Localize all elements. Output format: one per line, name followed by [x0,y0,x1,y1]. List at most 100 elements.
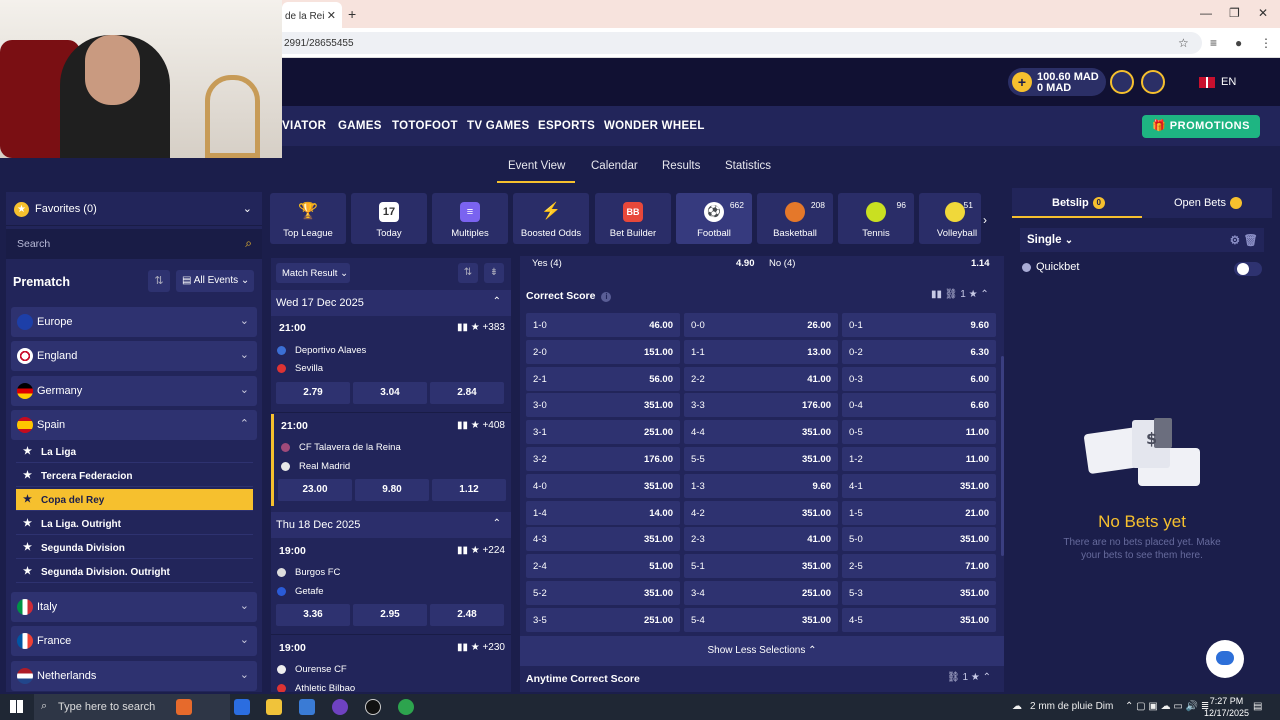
score-selection[interactable]: 0-2 6.30 [842,339,996,364]
sidebar-item-europe[interactable]: Europe ⌄ [11,307,257,337]
show-less-button[interactable]: Show Less Selections ⌃ [520,636,1004,666]
tile-today[interactable]: 17 Today [351,193,427,244]
score-selection[interactable]: 3-3 176.00 [684,393,838,418]
anytime-correct-score-header[interactable]: Anytime Correct Score ⛓ 1 ★ ⌃ [520,668,1004,692]
tile-multiples[interactable]: ≡ Multiples [432,193,508,244]
score-selection[interactable]: 2-5 71.00 [842,554,996,579]
more-markets-count[interactable]: ▮▮ ★ +408 [457,420,505,431]
tile-football[interactable]: ⚽ 662 Football [676,193,752,244]
close-tab-icon[interactable]: ✕ [327,9,336,22]
obs-icon[interactable] [365,699,381,715]
tab-calendar[interactable]: Calendar [591,160,638,172]
day-header[interactable]: Wed 17 Dec 2025 ⌃ [271,290,511,316]
day-header[interactable]: Thu 18 Dec 2025 ⌃ [271,512,511,538]
star-icon[interactable]: ★ [23,518,32,529]
odd-home[interactable]: 2.79 [276,382,350,404]
score-selection[interactable]: 3-4 251.00 [684,581,838,605]
tray-icons[interactable]: ⌃ ▢ ▣ ☁ ▭ 🔊 ≣ [1125,701,1209,712]
tile-top-league[interactable]: 🏆 Top League [270,193,346,244]
odd-draw[interactable]: 2.95 [353,604,427,626]
file-explorer-icon[interactable] [266,699,282,715]
score-selection[interactable]: 5-4 351.00 [684,607,838,632]
away-team[interactable]: Real Madrid [281,461,350,472]
nav-esports[interactable]: ESPORTS [538,120,595,132]
profile-icon[interactable]: ● [1235,36,1242,50]
balance-widget[interactable]: + 100.60 MAD 0 MAD [1008,68,1106,96]
league-la-liga[interactable]: ★ La Liga [16,441,253,463]
league-la-liga-outright[interactable]: ★ La Liga. Outright [16,513,253,535]
home-team[interactable]: Deportivo Alaves [277,345,366,356]
league-segunda-division[interactable]: ★ Segunda Division [16,537,253,559]
chevron-right-icon[interactable]: › [983,213,987,227]
close-window-icon[interactable]: ✕ [1258,6,1268,20]
tab-results[interactable]: Results [662,160,700,172]
tile-basketball[interactable]: 208 Basketball [757,193,833,244]
score-selection[interactable]: 1-1 13.00 [684,339,838,364]
score-selection[interactable]: 2-3 41.00 [684,527,838,552]
sort-icon[interactable]: ⇅ [458,263,478,283]
score-selection[interactable]: 0-4 6.60 [842,393,996,418]
taskbar-search-input[interactable]: Type here to search [58,701,155,713]
app-icon[interactable] [332,699,348,715]
nav-aviator[interactable]: VIATOR [282,120,326,132]
sidebar-item-england[interactable]: England ⌄ [11,341,257,371]
league-segunda-division-outright[interactable]: ★ Segunda Division. Outright [16,561,253,583]
correct-score-header[interactable]: Correct Score i ▮▮ ⛓ 1 ★ ⌃ [520,282,1004,308]
star-icon[interactable]: ★ [23,566,32,577]
bookmark-star-icon[interactable]: ☆ [1178,36,1189,50]
score-selection[interactable]: 4-2 351.00 [684,500,838,525]
score-selection[interactable]: 0-0 26.00 [684,313,838,337]
market-selector[interactable]: Match Result ⌄ [276,263,350,283]
score-selection[interactable]: 5-0 351.00 [842,527,996,552]
score-selection[interactable]: 3-5 251.00 [526,607,680,632]
maximize-icon[interactable]: ❐ [1229,6,1240,20]
score-selection[interactable]: 5-3 351.00 [842,581,996,605]
all-events-dropdown[interactable]: ▤ All Events ⌄ [176,270,254,292]
score-selection[interactable]: 4-3 351.00 [526,527,680,552]
search-icon[interactable]: ⌕ [245,236,252,251]
score-selection[interactable]: 1-5 21.00 [842,500,996,525]
sidebar-item-germany[interactable]: Germany ⌄ [11,376,257,406]
home-team[interactable]: CF Talavera de la Reina [281,442,401,453]
search-input[interactable]: Search [17,238,50,250]
market-tools[interactable]: ▮▮ ⛓ 1 ★ ⌃ [931,289,989,300]
score-selection[interactable]: 5-1 351.00 [684,554,838,579]
nav-totofoot[interactable]: TOTOFOOT [392,120,458,132]
store-icon[interactable] [299,699,315,715]
score-selection[interactable]: 0-5 11.00 [842,420,996,445]
star-icon[interactable]: ★ [23,470,32,481]
score-selection[interactable]: 4-1 351.00 [842,473,996,498]
chrome-icon[interactable] [398,699,414,715]
score-selection[interactable]: 1-4 14.00 [526,500,680,525]
home-team[interactable]: Burgos FC [277,567,340,578]
nav-wonder-wheel[interactable]: WONDER WHEEL [604,120,705,132]
score-selection[interactable]: 0-3 6.00 [842,366,996,391]
copilot-icon[interactable] [234,699,250,715]
star-icon[interactable]: ★ [23,494,32,505]
score-selection[interactable]: 0-1 9.60 [842,313,996,337]
weather-icon[interactable]: ☁ [1012,701,1022,712]
weather-text[interactable]: 2 mm de pluie Dim [1030,701,1113,712]
score-selection[interactable]: 2-4 51.00 [526,554,680,579]
more-markets-count[interactable]: ▮▮ ★ +230 [457,642,505,653]
tab-open-bets[interactable]: Open Bets [1174,197,1242,210]
clock[interactable]: 7:27 PM 12/17/2025 [1204,695,1249,719]
widget-icon[interactable] [176,699,192,715]
tile-boosted-odds[interactable]: ⚡ Boosted Odds [513,193,589,244]
collapse-all-icon[interactable]: ⇟ [484,263,504,283]
tab-event-view[interactable]: Event View [508,160,565,172]
league-tercera-federacion[interactable]: ★ Tercera Federacion [16,465,253,487]
quickbet-toggle[interactable] [1234,262,1262,276]
score-selection[interactable]: 1-0 46.00 [526,313,680,337]
sidebar-item-france[interactable]: France ⌄ [11,626,257,656]
selection-odd[interactable]: 4.90 [736,258,755,269]
bet-type-dropdown[interactable]: Single ⌄ ⚙ 🗑 [1020,228,1264,252]
tile-bet-builder[interactable]: BB Bet Builder [595,193,671,244]
sidebar-search[interactable]: Search ⌕ [6,229,262,259]
more-markets-count[interactable]: ▮▮ ★ +383 [457,322,505,333]
score-selection[interactable]: 4-4 351.00 [684,420,838,445]
market-tools[interactable]: ⛓ 1 ★ ⌃ [947,672,991,683]
sidebar-item-netherlands[interactable]: Netherlands ⌄ [11,661,257,691]
settings-icon[interactable]: ⚙ [1230,233,1240,247]
language-selector[interactable]: EN [1199,76,1236,88]
